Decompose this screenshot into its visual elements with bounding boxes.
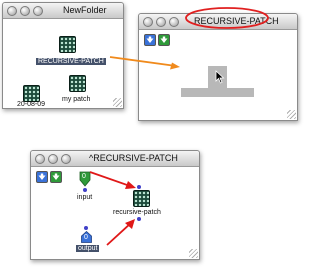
down-arrow-button[interactable] — [144, 34, 156, 46]
close-button[interactable] — [143, 17, 153, 27]
title-highlight-ellipse — [185, 7, 269, 29]
titlebar[interactable]: ^RECURSIVE-PATCH — [31, 151, 199, 167]
item-label-my-patch[interactable]: my patch — [62, 96, 90, 103]
newfolder-window: NewFolder RECURSIVE-PATCH my patch 20-08… — [2, 2, 124, 109]
resize-handle[interactable] — [113, 98, 122, 107]
resize-handle[interactable] — [287, 110, 296, 119]
red-arrow-output-to-patch — [106, 219, 135, 246]
patch-icon[interactable] — [59, 36, 76, 53]
zoom-button[interactable] — [33, 6, 43, 16]
patch-icon[interactable] — [23, 85, 40, 102]
outlet-label[interactable]: output — [76, 245, 100, 252]
mouse-cursor-icon — [215, 70, 225, 84]
minimize-button[interactable] — [156, 17, 166, 27]
outlet-value: 0 — [84, 234, 88, 241]
up-arrow-button[interactable] — [50, 171, 62, 183]
close-button[interactable] — [7, 6, 17, 16]
inlet-label: input — [77, 194, 93, 201]
item-label-20-08-09[interactable]: 20-08-09 — [17, 101, 45, 108]
outlet-box[interactable]: 0 — [81, 231, 92, 243]
down-arrow-icon — [160, 36, 168, 43]
zoom-button[interactable] — [61, 154, 71, 164]
inlet-connector[interactable] — [83, 188, 87, 192]
up-arrow-button[interactable] — [158, 34, 170, 46]
titlebar[interactable]: NewFolder — [3, 3, 123, 19]
patch-block-base[interactable] — [181, 88, 254, 97]
orange-arrow — [109, 56, 180, 70]
down-arrow-button[interactable] — [36, 171, 48, 183]
down-arrow-icon — [38, 173, 46, 180]
item-label-recursive-patch[interactable]: RECURSIVE-PATCH — [36, 58, 106, 65]
window-title: ^RECURSIVE-PATCH — [89, 153, 178, 163]
minimize-button[interactable] — [20, 6, 30, 16]
minimize-button[interactable] — [48, 154, 58, 164]
down-arrow-icon — [52, 173, 60, 180]
down-arrow-icon — [146, 36, 154, 43]
patch-icon[interactable] — [69, 75, 86, 92]
close-button[interactable] — [35, 154, 45, 164]
outlet-connector[interactable] — [84, 226, 88, 230]
resize-handle[interactable] — [189, 249, 198, 258]
red-arrow-input-to-patch — [89, 171, 136, 189]
zoom-button[interactable] — [169, 17, 179, 27]
window-title: NewFolder — [63, 5, 107, 15]
inlet-value: 0 — [82, 173, 86, 180]
